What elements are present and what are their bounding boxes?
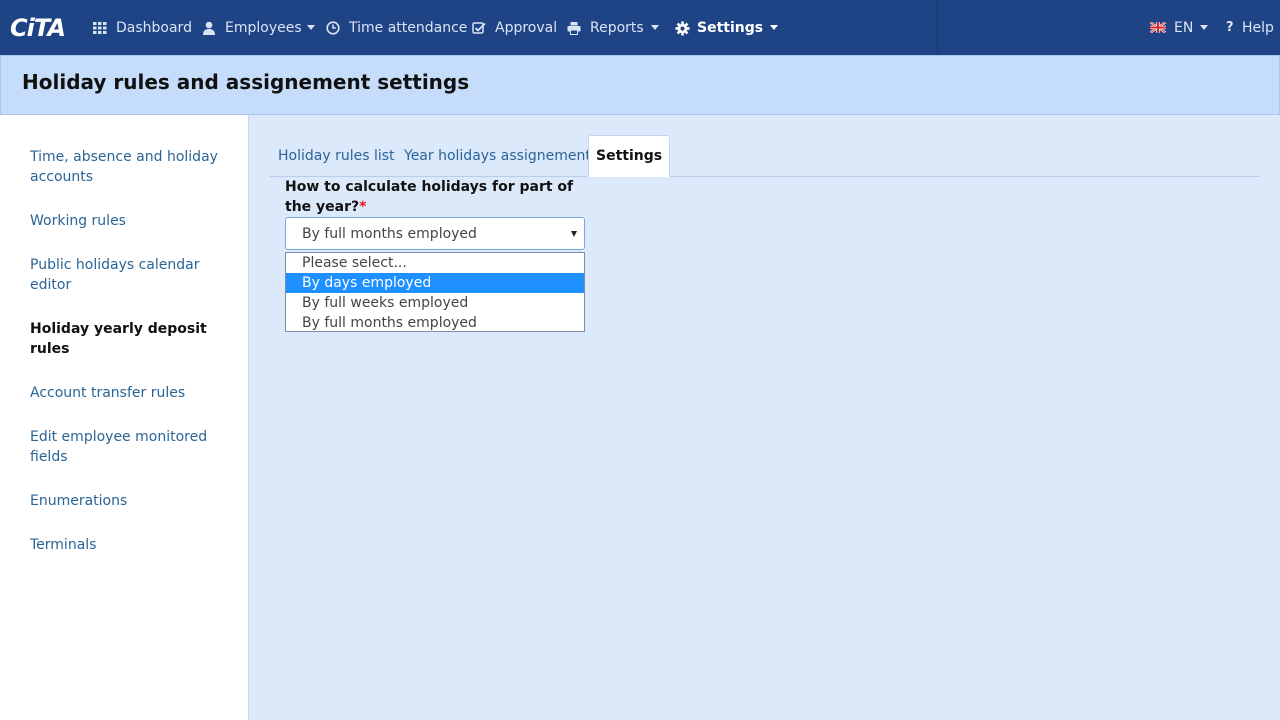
check-icon: [472, 21, 486, 35]
nav-employees-label: Employees: [225, 19, 302, 36]
sidebar-item-account-transfer[interactable]: Account transfer rules: [30, 383, 220, 403]
sidebar: Time, absence and holiday accounts Worki…: [0, 115, 249, 720]
logo-text: CiTA: [10, 14, 66, 42]
chevron-down-icon: [650, 25, 659, 30]
nav-time-attendance-label: Time attendance: [349, 19, 468, 36]
nav-approval[interactable]: Approval: [472, 0, 557, 55]
nav-dashboard-label: Dashboard: [116, 19, 192, 36]
holiday-calc-dropdown: Please select... By days employed By ful…: [285, 252, 585, 332]
page-title: Holiday rules and assignement settings: [22, 70, 470, 94]
nav-reports[interactable]: Reports: [567, 0, 659, 55]
chevron-down-icon: [571, 231, 577, 237]
language-label: EN: [1174, 19, 1194, 36]
chevron-down-icon: [770, 25, 779, 30]
nav-settings[interactable]: Settings: [675, 0, 779, 55]
sidebar-item-holiday-deposit-rules[interactable]: Holiday yearly deposit rules: [30, 319, 220, 359]
sidebar-item-working-rules[interactable]: Working rules: [30, 211, 220, 231]
sidebar-item-accounts[interactable]: Time, absence and holiday accounts: [30, 147, 220, 187]
gear-icon: [675, 20, 690, 36]
nav-time-attendance[interactable]: Time attendance: [326, 0, 467, 55]
option-please-select[interactable]: Please select...: [286, 253, 584, 273]
nav-help-label: Help: [1242, 19, 1274, 36]
required-mark: *: [359, 199, 367, 215]
app-logo[interactable]: CiTA: [10, 14, 66, 42]
nav-reports-label: Reports: [590, 19, 644, 36]
language-selector[interactable]: EN: [1150, 0, 1209, 55]
option-by-full-months[interactable]: By full months employed: [286, 313, 584, 333]
nav-approval-label: Approval: [495, 19, 558, 36]
nav-settings-label: Settings: [697, 19, 764, 36]
option-by-full-weeks[interactable]: By full weeks employed: [286, 293, 584, 313]
clock-icon: [326, 20, 340, 35]
page-header: Holiday rules and assignement settings: [0, 55, 1280, 115]
holiday-calc-label: How to calculate holidays for part of th…: [285, 177, 585, 217]
top-navbar: CiTA Dashboard Employees Time attendance: [0, 0, 1280, 55]
grid-icon: [93, 21, 107, 35]
nav-employees[interactable]: Employees: [202, 0, 315, 55]
tab-holiday-rules-list[interactable]: Holiday rules list: [278, 135, 395, 177]
nav-help[interactable]: ? Help: [1226, 0, 1274, 55]
question-icon: ?: [1226, 19, 1234, 35]
chevron-down-icon: [306, 25, 315, 30]
holiday-calc-select[interactable]: By full months employed: [285, 217, 585, 250]
option-by-days-employed[interactable]: By days employed: [286, 273, 584, 293]
sidebar-item-monitored-fields[interactable]: Edit employee monitored fields: [30, 427, 220, 467]
holiday-calc-question: How to calculate holidays for part of th…: [285, 179, 574, 215]
flag-icon: [1150, 22, 1166, 33]
nav-divider: [937, 0, 938, 55]
sidebar-item-terminals[interactable]: Terminals: [30, 535, 220, 555]
user-icon: [202, 21, 216, 35]
select-value: By full months employed: [302, 225, 477, 242]
sidebar-item-public-holidays[interactable]: Public holidays calendar editor: [30, 255, 220, 295]
printer-icon: [567, 21, 581, 35]
tab-year-holidays-assignement[interactable]: Year holidays assignement: [404, 135, 591, 177]
chevron-down-icon: [1200, 25, 1209, 30]
sidebar-item-enumerations[interactable]: Enumerations: [30, 491, 220, 511]
tab-settings[interactable]: Settings: [588, 135, 671, 177]
nav-dashboard[interactable]: Dashboard: [93, 0, 192, 55]
